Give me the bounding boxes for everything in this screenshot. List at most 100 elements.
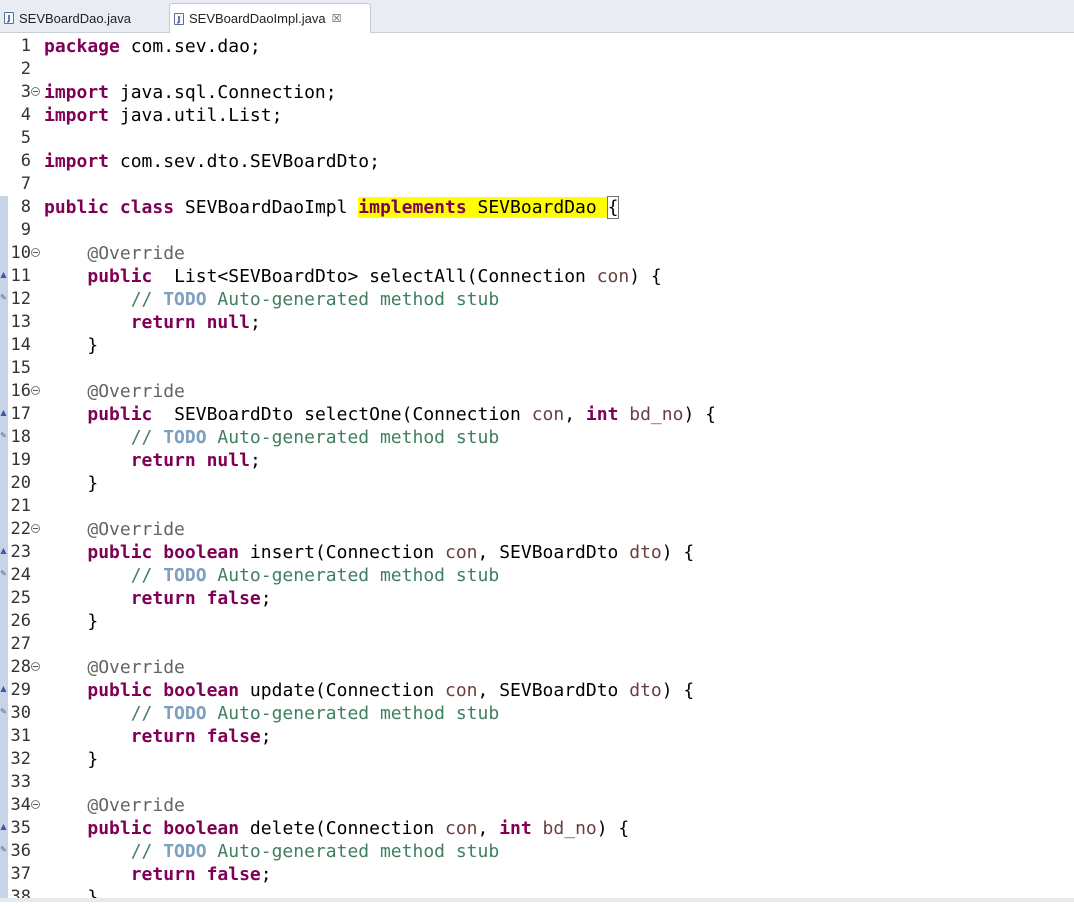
code-line[interactable]: 21 xyxy=(0,495,1074,518)
code-line[interactable]: 5 xyxy=(0,127,1074,150)
todo-tag: TODO xyxy=(163,565,207,586)
line-number: 5 xyxy=(20,128,31,148)
code-line[interactable]: 14 } xyxy=(0,334,1074,357)
line-number: 10 xyxy=(10,243,31,263)
comment: Auto-generated method stub xyxy=(206,841,500,862)
code-token: SEVBoardDto selectOne(Connection xyxy=(163,404,532,425)
code-line[interactable]: 6 import com.sev.dto.SEVBoardDto; xyxy=(0,150,1074,173)
collapse-fold-icon[interactable] xyxy=(31,386,40,395)
code-token: null xyxy=(206,450,250,471)
code-line[interactable]: 19 return null; xyxy=(0,449,1074,472)
parameter: dto xyxy=(629,542,662,563)
code-line[interactable]: 15 xyxy=(0,357,1074,380)
collapse-fold-icon[interactable] xyxy=(31,248,40,257)
code-token: public xyxy=(87,818,153,839)
tab-sevboarddao-java[interactable]: J SEVBoardDao.java xyxy=(0,4,164,32)
code-line[interactable]: ✎ 24 // TODO Auto-generated method stub xyxy=(0,564,1074,587)
comment: // xyxy=(130,703,164,724)
tab-sevboarddaoimpl-java[interactable]: J SEVBoardDaoImpl.java ☒ xyxy=(169,3,371,33)
horizontal-scrollbar[interactable] xyxy=(0,898,1074,902)
code-line[interactable]: ✎ 30 // TODO Auto-generated method stub xyxy=(0,702,1074,725)
code-line[interactable]: 32 } xyxy=(0,748,1074,771)
code-token: return xyxy=(130,450,196,471)
code-text: public List<SEVBoardDto> selectAll(Conne… xyxy=(44,265,661,288)
code-line[interactable]: 20 } xyxy=(0,472,1074,495)
code-line[interactable]: 3 import java.sql.Connection; xyxy=(0,81,1074,104)
annotation: @Override xyxy=(87,519,185,540)
code-text: public SEVBoardDto selectOne(Connection … xyxy=(44,403,716,426)
code-line[interactable]: 28 @Override xyxy=(0,656,1074,679)
code-text: return false; xyxy=(130,726,272,747)
code-token: java.sql.Connection; xyxy=(109,82,337,103)
code-line[interactable]: 27 xyxy=(0,633,1074,656)
code-token: false xyxy=(206,588,261,609)
code-text: public boolean update(Connection con, SE… xyxy=(44,679,694,702)
code-text: import java.util.List; xyxy=(44,104,282,127)
code-text: public class SEVBoardDaoImpl implements … xyxy=(44,196,620,219)
code-line[interactable]: 2 xyxy=(0,58,1074,81)
code-line[interactable]: ▲ 29 public boolean update(Connection con… xyxy=(0,679,1074,702)
annotation: @Override xyxy=(87,795,185,816)
code-token: false xyxy=(206,726,261,747)
code-token: ) { xyxy=(683,404,716,425)
code-token: false xyxy=(206,864,261,885)
collapse-fold-icon[interactable] xyxy=(31,87,40,96)
code-token: null xyxy=(206,312,250,333)
comment: Auto-generated method stub xyxy=(206,427,500,448)
code-editor[interactable]: 1 package com.sev.dao; 2 3 import java.sql.C… xyxy=(0,34,1074,902)
code-line[interactable]: 34 @Override xyxy=(0,794,1074,817)
code-line[interactable]: 26 } xyxy=(0,610,1074,633)
code-token: package xyxy=(44,36,120,57)
parameter: bd_no xyxy=(618,404,684,425)
code-text: @Override xyxy=(44,242,185,265)
code-line[interactable]: 8 public class SEVBoardDaoImpl implements… xyxy=(0,196,1074,219)
code-text: } xyxy=(44,610,98,633)
code-token: public xyxy=(87,404,153,425)
line-number: 27 xyxy=(10,634,31,654)
code-line[interactable]: ✎ 18 // TODO Auto-generated method stub xyxy=(0,426,1074,449)
code-token: boolean xyxy=(163,680,240,701)
code-line[interactable]: ✎ 36 // TODO Auto-generated method stub xyxy=(0,840,1074,863)
comment: Auto-generated method stub xyxy=(206,703,500,724)
code-line[interactable]: ▲ 17 public SEVBoardDto selectOne(Connect… xyxy=(0,403,1074,426)
code-token: return xyxy=(130,864,196,885)
code-line[interactable]: ✎ 12 // TODO Auto-generated method stub xyxy=(0,288,1074,311)
collapse-fold-icon[interactable] xyxy=(31,800,40,809)
code-line[interactable]: 37 return false; xyxy=(0,863,1074,886)
code-text: // TODO Auto-generated method stub xyxy=(44,702,499,725)
collapse-fold-icon[interactable] xyxy=(31,524,40,533)
line-number: 16 xyxy=(10,381,31,401)
line-number: 18 xyxy=(10,427,31,447)
code-token: } xyxy=(87,335,99,356)
code-line[interactable]: 22 @Override xyxy=(0,518,1074,541)
tab-label: SEVBoardDao.java xyxy=(19,10,132,26)
code-line[interactable]: ▲ 11 public List<SEVBoardDto> selectAll(C… xyxy=(0,265,1074,288)
code-line[interactable]: 4 import java.util.List; xyxy=(0,104,1074,127)
line-number: 36 xyxy=(10,841,31,861)
code-token: update(Connection xyxy=(239,680,445,701)
comment: Auto-generated method stub xyxy=(206,289,500,310)
code-line[interactable]: 9 xyxy=(0,219,1074,242)
code-line[interactable]: 16 @Override xyxy=(0,380,1074,403)
code-text: return null; xyxy=(130,312,261,333)
code-line[interactable]: ▲ 23 public boolean insert(Connection con… xyxy=(0,541,1074,564)
code-text: @Override xyxy=(44,794,185,817)
close-tab-icon[interactable]: ☒ xyxy=(332,12,342,25)
line-number: 34 xyxy=(10,795,31,815)
code-line[interactable]: 33 xyxy=(0,771,1074,794)
comment: // xyxy=(130,427,164,448)
line-number: 11 xyxy=(10,266,31,286)
code-line[interactable]: 25 return false; xyxy=(0,587,1074,610)
collapse-fold-icon[interactable] xyxy=(31,662,40,671)
code-line[interactable]: 1 package com.sev.dao; xyxy=(0,35,1074,58)
code-line[interactable]: 7 xyxy=(0,173,1074,196)
code-line[interactable]: ▲ 35 public boolean delete(Connection con… xyxy=(0,817,1074,840)
line-number: 21 xyxy=(10,496,31,516)
code-line[interactable]: 31 return false; xyxy=(0,725,1074,748)
code-line[interactable]: 13 return null; xyxy=(0,311,1074,334)
annotation: @Override xyxy=(87,657,185,678)
line-number: 4 xyxy=(20,105,31,125)
code-token: public xyxy=(87,542,153,563)
annotation: @Override xyxy=(87,381,185,402)
code-line[interactable]: 10 @Override xyxy=(0,242,1074,265)
